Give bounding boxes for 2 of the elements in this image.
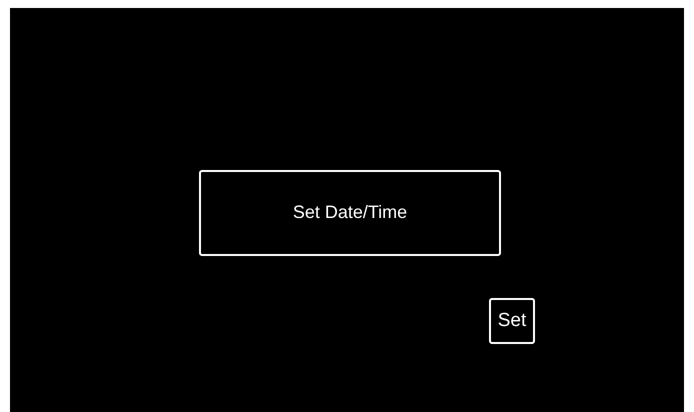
date-time-button[interactable]: Set Date/Time — [199, 170, 501, 256]
set-button[interactable]: Set — [489, 298, 535, 344]
